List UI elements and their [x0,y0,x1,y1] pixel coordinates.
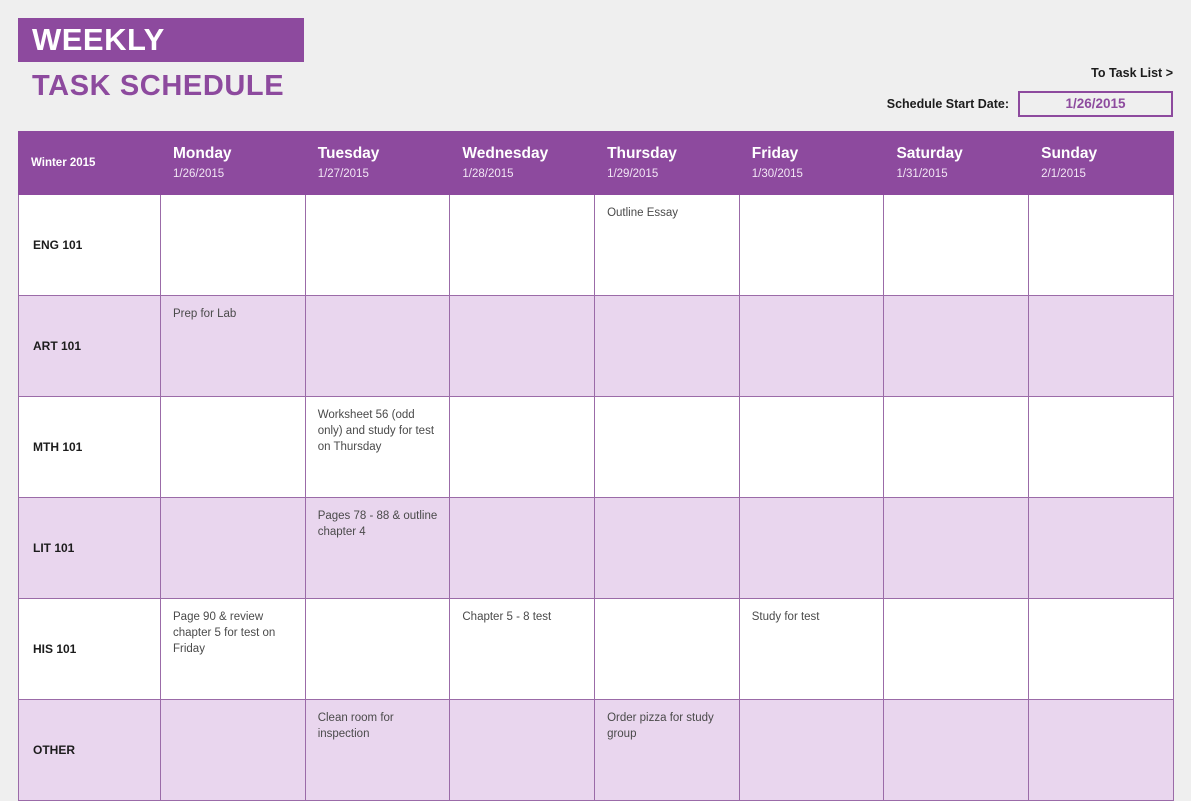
task-cell[interactable] [449,295,596,397]
task-text: Outline Essay [607,207,679,219]
day-date-thursday: 1/29/2015 [607,167,659,180]
task-cell[interactable] [883,598,1030,700]
task-cell[interactable] [304,295,451,397]
column-header-thursday[interactable]: Thursday 1/29/2015 [594,131,740,195]
task-cell[interactable] [594,295,740,397]
task-cell[interactable] [1028,497,1174,599]
task-cell[interactable]: Order pizza for study group [594,699,740,801]
task-text: Prep for Lab [173,308,237,320]
task-cell[interactable] [160,194,306,296]
task-cell[interactable] [1028,598,1174,700]
season-label: Winter 2015 [31,157,96,169]
row-label-eng-101: ENG 101 [18,194,161,296]
task-cell[interactable]: Chapter 5 - 8 test [449,598,596,700]
task-cell[interactable] [594,396,740,498]
task-cell[interactable] [160,497,306,599]
day-name-sunday: Sunday [1041,144,1098,162]
task-cell[interactable] [594,598,740,700]
day-name-saturday: Saturday [896,144,963,162]
task-text: Study for test [751,611,820,623]
task-cell[interactable] [449,194,596,296]
column-header-tuesday[interactable]: Tuesday 1/27/2015 [304,131,451,195]
task-text: Order pizza for study group [607,712,714,740]
weekly-task-schedule-page: WEEKLY TASK SCHEDULE To Task List > Sche… [0,0,1191,801]
task-cell[interactable] [449,396,596,498]
task-cell[interactable] [1028,194,1174,296]
row-label-other: OTHER [18,699,161,801]
column-header-wednesday[interactable]: Wednesday 1/28/2015 [449,131,596,195]
day-date-sunday: 2/1/2015 [1041,167,1086,180]
title-area: WEEKLY TASK SCHEDULE [18,18,304,103]
day-date-friday: 1/30/2015 [751,167,803,180]
season-header-cell: Winter 2015 [18,131,161,195]
column-header-friday[interactable]: Friday 1/30/2015 [738,131,885,195]
table-row: OTHER Clean room for inspection Order pi… [18,699,1174,801]
schedule-table: Winter 2015 Monday 1/26/2015 Tuesday 1/2… [18,131,1174,801]
row-label-lit-101: LIT 101 [18,497,161,599]
page-title-banner: WEEKLY [18,18,304,62]
task-cell[interactable] [883,194,1030,296]
day-date-tuesday: 1/27/2015 [317,167,369,180]
table-row: HIS 101 Page 90 & review chapter 5 for t… [18,598,1174,700]
task-cell[interactable]: Study for test [738,598,885,700]
task-cell[interactable] [738,497,885,599]
table-header-row: Winter 2015 Monday 1/26/2015 Tuesday 1/2… [18,131,1174,195]
task-cell[interactable] [883,699,1030,801]
task-cell[interactable] [449,497,596,599]
day-name-friday: Friday [751,144,799,162]
task-cell[interactable]: Worksheet 56 (odd only) and study for te… [304,396,451,498]
task-cell[interactable] [1028,699,1174,801]
day-date-saturday: 1/31/2015 [896,167,948,180]
task-text: Worksheet 56 (odd only) and study for te… [317,409,435,453]
task-cell[interactable] [1028,396,1174,498]
schedule-start-date-label: Schedule Start Date: [886,97,1009,111]
task-cell[interactable]: Pages 78 - 88 & outline chapter 4 [304,497,451,599]
task-cell[interactable] [738,194,885,296]
day-name-tuesday: Tuesday [317,144,380,162]
task-cell[interactable] [883,396,1030,498]
schedule-start-date-row: Schedule Start Date: 1/26/2015 [887,91,1173,117]
column-header-monday[interactable]: Monday 1/26/2015 [160,131,306,195]
task-text: Pages 78 - 88 & outline chapter 4 [317,510,438,538]
task-text: Chapter 5 - 8 test [462,611,552,623]
task-cell[interactable] [1028,295,1174,397]
table-row: ART 101 Prep for Lab [18,295,1174,397]
task-cell[interactable]: Prep for Lab [160,295,306,397]
column-header-saturday[interactable]: Saturday 1/31/2015 [883,131,1030,195]
task-text: Page 90 & review chapter 5 for test on F… [173,611,276,655]
header-controls: To Task List > Schedule Start Date: 1/26… [887,64,1173,117]
day-name-thursday: Thursday [607,144,677,162]
task-cell[interactable]: Outline Essay [594,194,740,296]
day-date-monday: 1/26/2015 [173,167,225,180]
task-cell[interactable] [449,699,596,801]
task-cell[interactable] [883,295,1030,397]
row-label-art-101: ART 101 [18,295,161,397]
schedule-start-date-input[interactable]: 1/26/2015 [1018,91,1173,117]
task-cell[interactable] [304,598,451,700]
task-cell[interactable] [160,699,306,801]
day-name-monday: Monday [173,144,232,162]
task-cell[interactable] [160,396,306,498]
schedule-table-container: Winter 2015 Monday 1/26/2015 Tuesday 1/2… [18,131,1174,801]
to-task-list-link[interactable]: To Task List > [1091,66,1173,81]
day-date-wednesday: 1/28/2015 [462,167,514,180]
task-cell[interactable] [594,497,740,599]
task-text: Clean room for inspection [317,712,394,740]
task-cell[interactable] [304,194,451,296]
task-cell[interactable]: Clean room for inspection [304,699,451,801]
task-cell[interactable] [738,295,885,397]
table-row: ENG 101 Outline Essay [18,194,1174,296]
page-title-subtitle: TASK SCHEDULE [32,70,285,102]
task-cell[interactable] [883,497,1030,599]
table-row: MTH 101 Worksheet 56 (odd only) and stud… [18,396,1174,498]
task-cell[interactable] [738,699,885,801]
column-header-sunday[interactable]: Sunday 2/1/2015 [1028,131,1174,195]
row-label-mth-101: MTH 101 [18,396,161,498]
task-cell[interactable]: Page 90 & review chapter 5 for test on F… [160,598,306,700]
day-name-wednesday: Wednesday [462,144,549,162]
row-label-his-101: HIS 101 [18,598,161,700]
table-row: LIT 101 Pages 78 - 88 & outline chapter … [18,497,1174,599]
task-cell[interactable] [738,396,885,498]
